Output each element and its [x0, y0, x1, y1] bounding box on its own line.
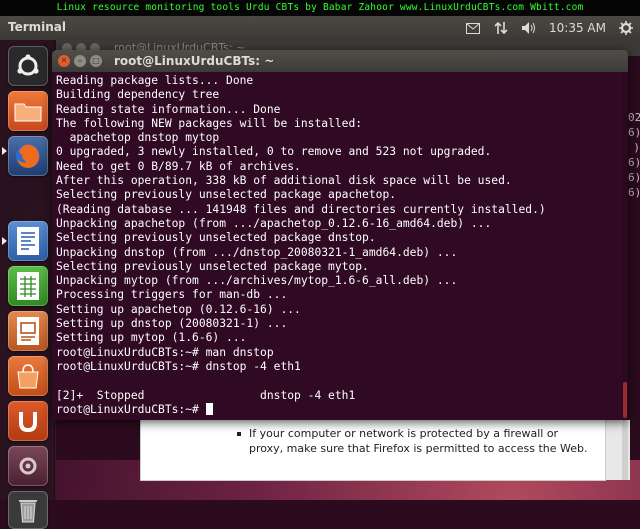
- terminal-line: Processing triggers for man-db ...: [56, 288, 288, 302]
- bg-edge-line: 6): [628, 156, 640, 169]
- close-icon[interactable]: ✕: [58, 55, 70, 67]
- terminal-prompt-line[interactable]: root@LinuxUrduCBTs:~#: [56, 402, 628, 417]
- gear-icon[interactable]: [618, 20, 634, 36]
- terminal-titlebar[interactable]: ✕ – □ root@LinuxUrduCBTs: ~: [52, 50, 628, 72]
- bg-edge-line: 6): [628, 126, 640, 139]
- maximize-icon[interactable]: □: [90, 55, 102, 67]
- terminal-line: apachetop dnstop mytop: [56, 131, 220, 145]
- terminal-line: Setting up mytop (1.6-6) ...: [56, 331, 247, 345]
- terminal-line: Setting up dnstop (20080321-1) ...: [56, 317, 288, 331]
- terminal-line: 0 upgraded, 3 newly installed, 0 to remo…: [56, 145, 492, 159]
- firefox-page-fragment: If your computer or network is protected…: [140, 420, 606, 481]
- home-folder-icon[interactable]: [8, 91, 48, 131]
- bg-edge-line: 6): [628, 171, 640, 184]
- terminal-line: (Reading database ... 141948 files and d…: [56, 202, 546, 216]
- running-indicator: [2, 237, 7, 245]
- bg-edge-line: ): [633, 141, 640, 154]
- running-indicator: [2, 147, 7, 155]
- terminal-line: Unpacking apachetop (from .../apachetop_…: [56, 216, 492, 230]
- mail-icon[interactable]: [465, 20, 481, 36]
- terminal-line: Setting up apachetop (0.12.6-16) ...: [56, 302, 301, 316]
- volume-icon[interactable]: [521, 20, 537, 36]
- firefox-scrollbar[interactable]: [622, 420, 628, 480]
- bg-edge-line: 02: [628, 111, 640, 124]
- network-icon[interactable]: [493, 20, 509, 36]
- terminal-scrollbar[interactable]: [622, 72, 628, 420]
- terminal-line: Selecting previously unselected package …: [56, 188, 397, 202]
- terminal-window[interactable]: ✕ – □ root@LinuxUrduCBTs: ~ Reading pack…: [52, 50, 628, 420]
- unity-launcher: [0, 40, 55, 529]
- libreoffice-impress-icon[interactable]: [8, 311, 48, 351]
- firefox-help-bullet: If your computer or network is protected…: [237, 427, 588, 455]
- terminal-line: Need to get 0 B/89.7 kB of archives.: [56, 159, 301, 173]
- terminal-line: Reading state information... Done: [56, 102, 281, 116]
- active-app-title: Terminal: [8, 20, 67, 34]
- libreoffice-writer-icon[interactable]: [8, 221, 48, 261]
- dash-home-icon[interactable]: [8, 46, 48, 86]
- software-center-icon[interactable]: [8, 356, 48, 396]
- terminal-line: Building dependency tree: [56, 88, 220, 102]
- panel-clock[interactable]: 10:35 AM: [549, 21, 606, 35]
- terminal-line: After this operation, 338 kB of addition…: [56, 174, 512, 188]
- libreoffice-calc-icon[interactable]: [8, 266, 48, 306]
- terminal-prompt: root@LinuxUrduCBTs:~#: [56, 402, 206, 416]
- trash-icon[interactable]: [8, 491, 48, 529]
- video-banner: Linux resource monitoring tools Urdu CBT…: [0, 0, 640, 16]
- terminal-line: root@LinuxUrduCBTs:~# man dnstop: [56, 345, 274, 359]
- background-terminal-text-edge: 02 6) ) 6) 6) 6): [628, 110, 640, 200]
- terminal-line: Selecting previously unselected package …: [56, 231, 376, 245]
- firefox-page-edge: [606, 420, 630, 480]
- terminal-line: Unpacking dnstop (from .../dnstop_200803…: [56, 245, 458, 259]
- settings-icon[interactable]: [8, 446, 48, 486]
- ubuntu-one-icon[interactable]: [8, 401, 48, 441]
- terminal-title: root@LinuxUrduCBTs: ~: [114, 54, 275, 68]
- firefox-icon[interactable]: [8, 136, 48, 176]
- panel-indicators: 10:35 AM: [465, 16, 634, 40]
- terminal-line: The following NEW packages will be insta…: [56, 116, 363, 130]
- text-cursor: [205, 402, 213, 415]
- terminal-output[interactable]: Reading package lists... Done Building d…: [52, 72, 628, 420]
- terminal-line: [2]+ Stopped dnstop -4 eth1: [56, 388, 356, 402]
- bg-edge-line: 6): [628, 186, 640, 199]
- terminal-line: Unpacking mytop (from .../archives/mytop…: [56, 274, 458, 288]
- minimize-icon[interactable]: –: [74, 55, 86, 67]
- top-panel: Terminal 10:35 AM: [0, 16, 640, 41]
- terminal-line: root@LinuxUrduCBTs:~# dnstop -4 eth1: [56, 359, 301, 373]
- terminal-line: Selecting previously unselected package …: [56, 259, 369, 273]
- scrollbar-thumb[interactable]: [623, 382, 627, 418]
- terminal-line: Reading package lists... Done: [56, 74, 254, 87]
